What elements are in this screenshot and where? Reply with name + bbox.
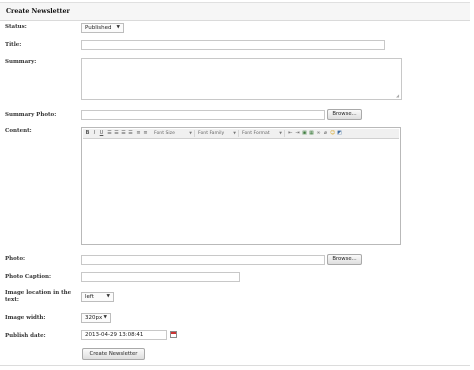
status-label: Status:: [5, 24, 27, 30]
status-select[interactable]: Published ▼: [81, 23, 124, 33]
font-format-dropdown[interactable]: Font Format ▼: [240, 130, 285, 137]
photo-caption-label: Photo Caption:: [5, 274, 52, 280]
summary-photo-browse-button[interactable]: Browse...: [327, 109, 362, 120]
chevron-down-icon: ▼: [279, 131, 282, 135]
font-size-label: Font Size: [154, 131, 175, 136]
numbered-list-icon[interactable]: ≡: [143, 131, 148, 136]
align-justify-icon[interactable]: ☰: [128, 131, 133, 136]
image-location-select[interactable]: left ▼: [81, 292, 114, 302]
chevron-down-icon: ▼: [116, 25, 120, 30]
resize-handle-icon[interactable]: ◢: [396, 94, 400, 98]
emoticon-icon[interactable]: ☺: [330, 131, 335, 136]
bold-icon[interactable]: B: [85, 131, 90, 136]
align-left-icon[interactable]: ☰: [107, 131, 112, 136]
status-value: Published: [85, 25, 112, 31]
photo-browse-button[interactable]: Browse...: [327, 254, 362, 265]
create-newsletter-button[interactable]: Create Newsletter: [82, 348, 145, 360]
font-format-label: Font Format: [242, 131, 270, 136]
photo-input[interactable]: [81, 255, 325, 265]
image-width-label: Image width:: [5, 315, 46, 321]
create-newsletter-form: Create Newsletter Status: Published ▼ Ti…: [0, 0, 474, 370]
chevron-down-icon: ▼: [106, 294, 110, 299]
title-input-value: [82, 42, 85, 48]
image-icon[interactable]: ▣: [302, 131, 307, 136]
summary-photo-value: [82, 112, 85, 118]
form-bottom-divider: [0, 365, 470, 366]
font-size-dropdown[interactable]: Font Size ▼: [152, 130, 195, 137]
table-icon[interactable]: ▦: [309, 131, 314, 136]
link-icon[interactable]: ∞: [316, 131, 321, 136]
indent-icon[interactable]: ⇥: [295, 131, 300, 136]
image-width-select[interactable]: 320px ▼: [81, 313, 111, 323]
underline-icon[interactable]: U: [99, 131, 104, 136]
align-center-icon[interactable]: ☰: [114, 131, 119, 136]
font-family-dropdown[interactable]: Font Family ▼: [196, 130, 239, 137]
form-header: Create Newsletter: [0, 2, 470, 21]
publish-date-input[interactable]: 2013-04-29 13:08:41: [81, 330, 167, 340]
summary-photo-input[interactable]: [81, 110, 325, 120]
title-label: Title:: [5, 42, 22, 48]
title-input[interactable]: [81, 40, 385, 50]
outdent-icon[interactable]: ⇤: [288, 131, 293, 136]
image-width-value: 320px: [85, 315, 103, 321]
unlink-icon[interactable]: ⌀: [323, 131, 328, 136]
italic-icon[interactable]: I: [92, 131, 97, 136]
content-editor[interactable]: B I U ☰ ☰ ☰ ☰ ≡ ≡ Font Size ▼ Font Famil…: [81, 127, 401, 245]
calendar-icon[interactable]: [170, 331, 177, 338]
summary-label: Summary:: [5, 59, 37, 65]
chevron-down-icon: ▼: [233, 131, 236, 135]
bullet-list-icon[interactable]: ≡: [136, 131, 141, 136]
photo-caption-input[interactable]: [81, 272, 240, 282]
photo-label: Photo:: [5, 256, 26, 262]
image-location-value: left: [85, 294, 94, 300]
chevron-down-icon: ▼: [103, 315, 107, 320]
form-title: Create Newsletter: [6, 8, 70, 15]
calendar-icon-header: [171, 332, 176, 334]
content-label: Content:: [5, 128, 32, 134]
summary-textarea[interactable]: ◢: [81, 58, 402, 100]
photo-caption-value: [82, 274, 85, 280]
publish-date-label: Publish date:: [5, 333, 46, 339]
photo-input-value: [82, 257, 85, 263]
editor-toolbar: B I U ☰ ☰ ☰ ☰ ≡ ≡ Font Size ▼ Font Famil…: [83, 129, 399, 139]
image-location-label: Image location in the text:: [5, 290, 72, 303]
source-icon[interactable]: ◩: [337, 131, 342, 136]
publish-date-value: 2013-04-29 13:08:41: [85, 332, 144, 338]
font-family-label: Font Family: [198, 131, 225, 136]
chevron-down-icon: ▼: [189, 131, 192, 135]
summary-photo-label: Summary Photo:: [5, 112, 57, 118]
align-right-icon[interactable]: ☰: [121, 131, 126, 136]
summary-textarea-value: [82, 60, 85, 66]
